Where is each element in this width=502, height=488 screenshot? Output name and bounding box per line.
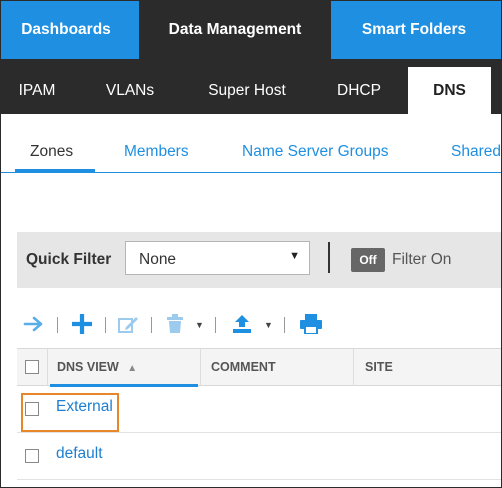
column-header-comment[interactable]: COMMENT: [211, 349, 276, 386]
subtab-super-host[interactable]: Super Host: [191, 67, 303, 114]
subtab-ipam[interactable]: IPAM: [1, 67, 73, 114]
toolbar-separator: [215, 317, 216, 333]
filter-on-label: Filter On: [392, 251, 452, 268]
app-frame: Dashboards Data Management Smart Folders…: [0, 0, 502, 488]
export-icon[interactable]: [230, 311, 254, 337]
column-divider: [353, 349, 354, 386]
grid-toolbar: ▼ ▼: [17, 307, 501, 341]
dns-view-link[interactable]: default: [56, 445, 103, 463]
column-header-dns-view[interactable]: DNS VIEW ▲: [57, 349, 137, 386]
tab-members[interactable]: Members: [124, 143, 189, 161]
filter-toggle[interactable]: Off: [351, 248, 385, 272]
subtab-dns[interactable]: DNS: [408, 67, 491, 114]
sort-ascending-icon: ▲: [127, 363, 138, 374]
dropdown-caret-icon: ▼: [289, 250, 300, 262]
highlight-box: [21, 393, 119, 432]
quick-filter-label: Quick Filter: [26, 251, 112, 268]
tab-smart-folders[interactable]: Smart Folders: [331, 1, 497, 59]
active-tab-underline: [15, 169, 95, 172]
arrow-right-icon[interactable]: [23, 311, 45, 337]
table-row[interactable]: default: [17, 433, 501, 480]
quick-filter-select[interactable]: None ▼: [125, 241, 310, 275]
print-icon[interactable]: [299, 311, 323, 337]
tab-data-management[interactable]: Data Management: [139, 1, 331, 59]
quick-filter-bar: Quick Filter None ▼ Off Filter On: [17, 232, 501, 288]
sub-nav: IPAM VLANs Super Host DHCP DNS: [1, 59, 501, 114]
toolbar-separator: [105, 317, 106, 333]
delete-dropdown-caret-icon[interactable]: ▼: [195, 320, 204, 330]
column-header-site[interactable]: SITE: [365, 349, 393, 386]
filter-separator: [328, 242, 330, 273]
dns-view-grid: DNS VIEW ▲ COMMENT SITE External default: [17, 348, 501, 487]
export-dropdown-caret-icon[interactable]: ▼: [264, 320, 273, 330]
row-checkbox[interactable]: [25, 449, 39, 463]
tab-name-server-groups[interactable]: Name Server Groups: [242, 143, 388, 161]
subtab-vlans[interactable]: VLANs: [91, 67, 169, 114]
delete-icon[interactable]: [165, 311, 185, 337]
column-divider: [200, 349, 201, 386]
column-divider: [47, 349, 48, 386]
quick-filter-value: None: [139, 251, 177, 268]
select-all-checkbox[interactable]: [25, 360, 39, 374]
grid-header: DNS VIEW ▲ COMMENT SITE: [17, 348, 501, 387]
top-nav: Dashboards Data Management Smart Folders: [1, 1, 501, 59]
tab-shared[interactable]: Shared: [451, 143, 501, 161]
dns-tabs: Zones Members Name Server Groups Shared: [1, 114, 501, 173]
column-header-dns-view-label: DNS VIEW: [57, 360, 119, 374]
add-icon[interactable]: [71, 311, 93, 337]
toolbar-separator: [57, 317, 58, 333]
edit-icon[interactable]: [117, 311, 139, 337]
toolbar-separator: [284, 317, 285, 333]
tab-dashboards[interactable]: Dashboards: [1, 1, 131, 59]
toolbar-separator: [151, 317, 152, 333]
subtab-dhcp[interactable]: DHCP: [319, 67, 399, 114]
tab-zones[interactable]: Zones: [30, 143, 73, 161]
